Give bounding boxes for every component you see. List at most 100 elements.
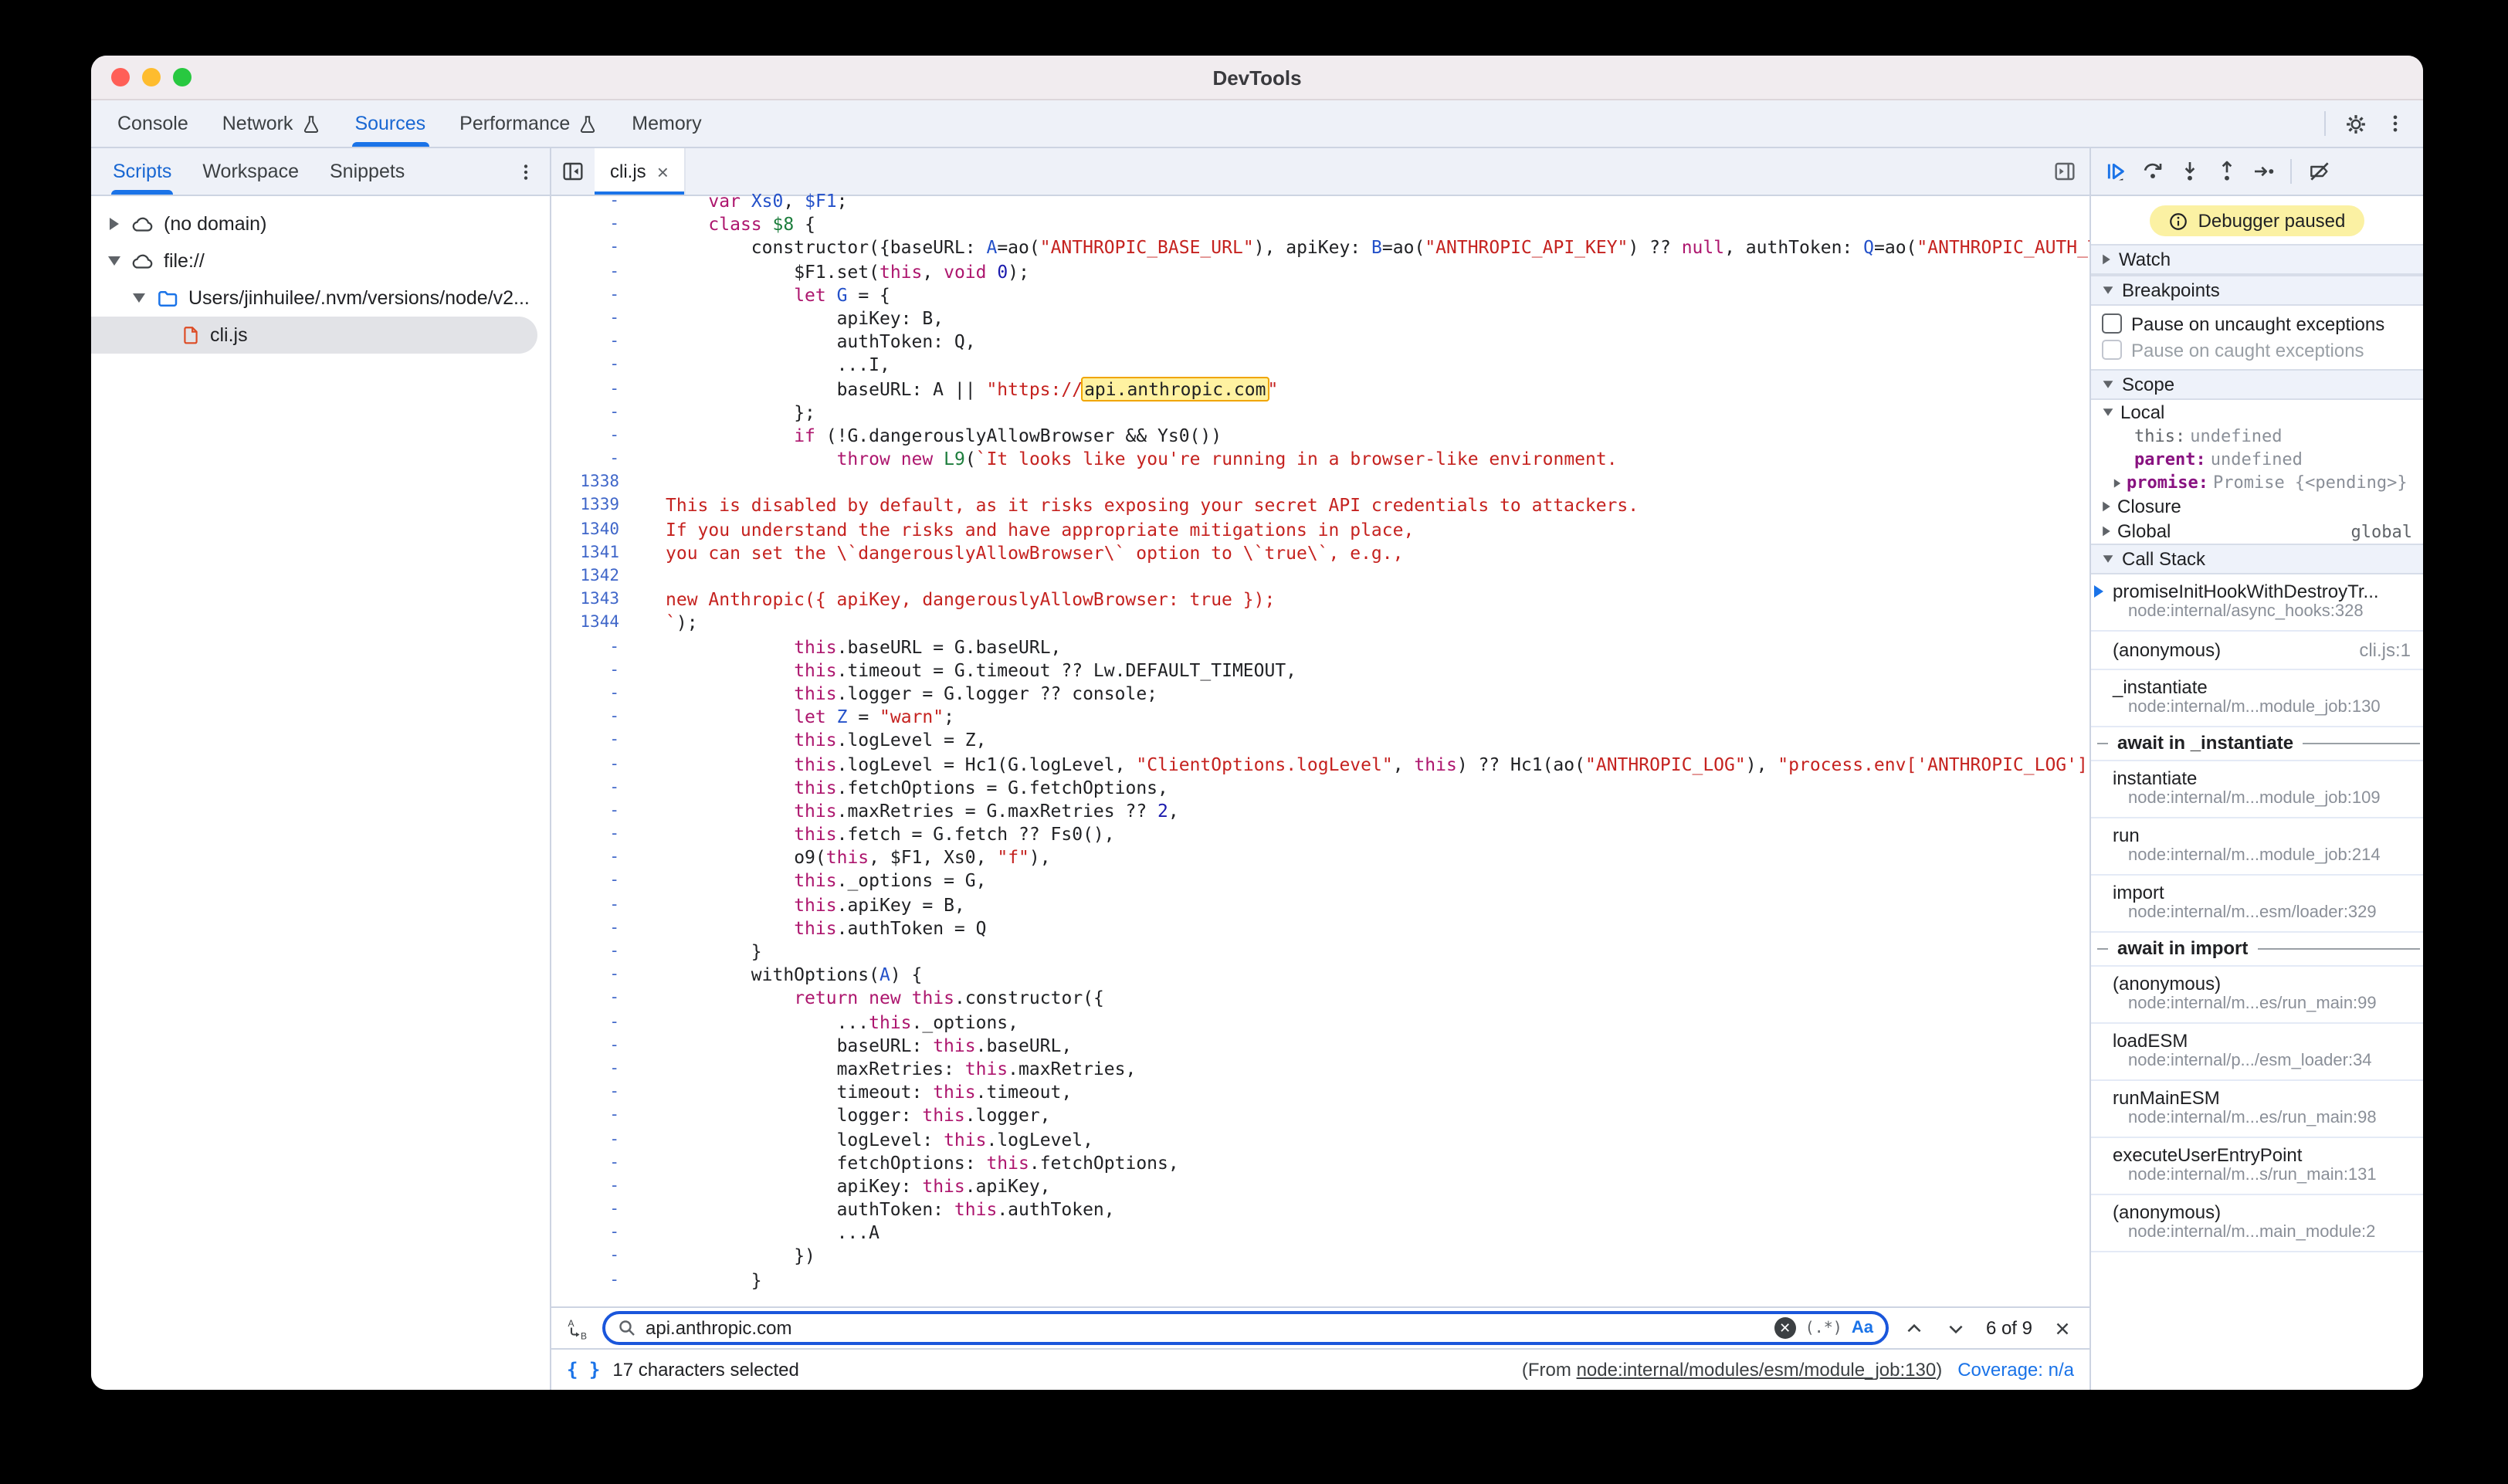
line-number[interactable]: - [551, 847, 632, 870]
coverage-link[interactable]: Coverage: n/a [1957, 1359, 2074, 1381]
call-stack-frame[interactable]: (anonymous)node:internal/m...main_module… [2091, 1195, 2423, 1252]
line-number[interactable]: - [551, 659, 632, 683]
line-number[interactable]: 1344 [551, 612, 632, 635]
line-number[interactable]: - [551, 378, 632, 401]
line-number[interactable]: - [551, 964, 632, 987]
line-number[interactable]: - [551, 1011, 632, 1034]
call-stack-frame[interactable]: loadESMnode:internal/p.../esm_loader:34 [2091, 1024, 2423, 1081]
step-icon[interactable] [2245, 154, 2281, 189]
breakpoint-option[interactable]: Pause on uncaught exceptions [2091, 310, 2423, 337]
line-number[interactable]: - [551, 635, 632, 659]
replace-toggle-icon[interactable]: A B [564, 1314, 591, 1342]
line-number[interactable]: - [551, 354, 632, 378]
line-number[interactable]: - [551, 307, 632, 330]
line-number[interactable]: - [551, 260, 632, 283]
call-stack-frame[interactable]: executeUserEntryPointnode:internal/m...s… [2091, 1138, 2423, 1195]
resume-script-icon[interactable] [2097, 154, 2133, 189]
step-over-icon[interactable] [2134, 154, 2170, 189]
line-number[interactable]: - [551, 940, 632, 964]
line-number[interactable]: - [551, 870, 632, 893]
line-number[interactable]: - [551, 401, 632, 424]
line-number[interactable]: - [551, 1175, 632, 1198]
line-number[interactable]: 1341 [551, 542, 632, 565]
tree-item-cli-js[interactable]: cli.js [91, 317, 537, 354]
line-number[interactable]: - [551, 683, 632, 706]
step-into-icon[interactable] [2171, 154, 2207, 189]
line-number[interactable]: - [551, 1081, 632, 1104]
step-out-icon[interactable] [2208, 154, 2244, 189]
line-number[interactable]: - [551, 425, 632, 448]
more-options-icon[interactable] [2377, 105, 2414, 142]
line-number[interactable]: - [551, 1245, 632, 1269]
hide-debugger-panel-icon[interactable] [2046, 153, 2083, 190]
editor-tab-clijs[interactable]: cli.js × [595, 148, 686, 195]
line-number[interactable]: - [551, 1198, 632, 1221]
call-stack-frame[interactable]: _instantiatenode:internal/m...module_job… [2091, 670, 2423, 727]
breakpoint-option[interactable]: Pause on caught exceptions [2091, 337, 2423, 363]
line-number[interactable]: - [551, 823, 632, 846]
call-stack-frame[interactable]: promiseInitHookWithDestroyTr...node:inte… [2091, 574, 2423, 632]
call-stack-frame[interactable]: (anonymous)node:internal/m...es/run_main… [2091, 967, 2423, 1024]
call-stack-frame[interactable]: instantiatenode:internal/m...module_job:… [2091, 761, 2423, 818]
line-number[interactable]: - [551, 1035, 632, 1058]
source-code-viewport[interactable]: - var Xs0, $F1;- class $8 {- constructor… [551, 187, 2089, 1306]
section-call-stack[interactable]: Call Stack [2091, 544, 2423, 574]
close-find-bar-icon[interactable] [2046, 1313, 2077, 1343]
search-input[interactable]: api.anthropic.com ✕ (.*) Aa [602, 1311, 1889, 1345]
tree-item--no-domain-[interactable]: (no domain) [91, 205, 550, 242]
line-number[interactable]: - [551, 237, 632, 260]
line-number[interactable]: 1343 [551, 588, 632, 612]
line-number[interactable]: 1338 [551, 472, 632, 495]
tab-memory[interactable]: Memory [615, 100, 718, 147]
clear-search-icon[interactable]: ✕ [1774, 1317, 1796, 1339]
call-stack-frame[interactable]: (anonymous)cli.js:1 [2091, 632, 2423, 670]
call-stack-frame[interactable]: runnode:internal/m...module_job:214 [2091, 818, 2423, 876]
scope-group-closure[interactable]: Closure [2091, 494, 2423, 519]
next-match-icon[interactable] [1941, 1313, 1972, 1343]
scope-group-local[interactable]: Local [2091, 400, 2423, 425]
section-scope[interactable]: Scope [2091, 369, 2423, 400]
deactivate-breakpoints-icon[interactable] [2301, 154, 2337, 189]
line-number[interactable]: - [551, 893, 632, 916]
close-window-button[interactable] [111, 68, 130, 86]
line-number[interactable]: - [551, 1269, 632, 1292]
line-number[interactable]: - [551, 917, 632, 940]
minimize-window-button[interactable] [142, 68, 161, 86]
tab-console[interactable]: Console [100, 100, 205, 147]
line-number[interactable]: - [551, 988, 632, 1011]
regex-toggle[interactable]: (.*) [1805, 1320, 1842, 1337]
scope-property-promise[interactable]: promise: Promise {<pending>} [2091, 471, 2423, 494]
tab-performance[interactable]: Performance [442, 100, 615, 147]
scope-property-this[interactable]: this: undefined [2091, 425, 2423, 448]
call-stack-frame[interactable]: await in import [2091, 933, 2423, 967]
section-watch[interactable]: Watch [2091, 244, 2423, 275]
checkbox[interactable] [2102, 340, 2122, 360]
navigator-more-icon[interactable] [507, 153, 544, 190]
line-number[interactable]: - [551, 330, 632, 354]
line-number[interactable]: - [551, 730, 632, 753]
match-case-toggle[interactable]: Aa [1852, 1319, 1879, 1337]
scope-group-global[interactable]: Globalglobal [2091, 519, 2423, 544]
line-number[interactable]: - [551, 448, 632, 471]
hide-navigator-icon[interactable] [554, 153, 591, 190]
line-number[interactable]: - [551, 800, 632, 823]
call-stack-frame[interactable]: importnode:internal/m...esm/loader:329 [2091, 876, 2423, 933]
line-number[interactable]: - [551, 776, 632, 799]
line-number[interactable]: 1342 [551, 565, 632, 588]
sidebar-tab-snippets[interactable]: Snippets [314, 148, 420, 195]
line-number[interactable]: - [551, 1222, 632, 1245]
call-stack-frame[interactable]: await in _instantiate [2091, 727, 2423, 761]
pretty-print-icon[interactable]: { } [567, 1359, 600, 1381]
line-number[interactable]: - [551, 1128, 632, 1151]
line-number[interactable]: - [551, 1058, 632, 1081]
tree-item-users-jinhuilee-nvm-versions-node-v2-[interactable]: Users/jinhuilee/.nvm/versions/node/v2... [91, 280, 550, 317]
tree-item-file-[interactable]: file:// [91, 242, 550, 280]
checkbox[interactable] [2102, 313, 2122, 334]
line-number[interactable]: - [551, 284, 632, 307]
line-number[interactable]: 1340 [551, 518, 632, 541]
zoom-window-button[interactable] [173, 68, 191, 86]
line-number[interactable]: - [551, 1105, 632, 1128]
previous-match-icon[interactable] [1900, 1313, 1930, 1343]
line-number[interactable]: 1339 [551, 495, 632, 518]
tab-close-icon[interactable]: × [657, 160, 669, 183]
